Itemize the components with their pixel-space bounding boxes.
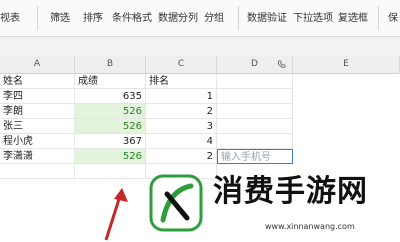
phone-icon <box>277 60 286 68</box>
table-cell[interactable] <box>75 164 146 179</box>
score-cell[interactable]: 367 <box>75 134 146 149</box>
ribbon-toolbar: 视表 筛选 排序 条件格式 数据分列 分组 数据验证 下拉选项 复选框 保 <box>0 0 400 37</box>
header-cell-score[interactable]: 成绩 <box>75 74 146 89</box>
ribbon-separator <box>378 6 379 30</box>
header-cell-rank[interactable]: 排名 <box>146 74 217 89</box>
table-cell[interactable] <box>217 134 293 149</box>
ribbon-separator <box>37 6 38 30</box>
group-icon <box>208 14 220 21</box>
protect-label: 保 <box>388 13 398 24</box>
score-cell-highlighted[interactable]: 526 <box>75 149 146 164</box>
name-cell[interactable]: 张三 <box>0 119 75 134</box>
watermark-overlay: 消费手游网 www.xinnanwang.com <box>145 166 400 242</box>
rank-cell[interactable]: 1 <box>146 89 217 104</box>
filter-icon <box>54 14 66 21</box>
rank-cell[interactable]: 4 <box>146 134 217 149</box>
table-cell[interactable] <box>0 164 75 179</box>
column-header-c[interactable]: C <box>146 56 217 73</box>
checkbox-button[interactable]: 复选框 <box>338 13 368 25</box>
column-header-b[interactable]: B <box>75 56 146 73</box>
table-cell[interactable] <box>217 89 293 104</box>
rank-cell[interactable]: 2 <box>146 149 217 164</box>
data-validation-button[interactable]: 数据验证 <box>247 13 287 25</box>
conditional-format-button[interactable]: 条件格式 <box>112 13 152 25</box>
column-header-e[interactable]: E <box>293 56 400 73</box>
rank-cell[interactable]: 2 <box>146 104 217 119</box>
column-header-a[interactable]: A <box>0 56 75 73</box>
text-to-columns-icon <box>172 14 184 21</box>
watermark-logo-icon <box>149 174 203 232</box>
header-cell-name[interactable]: 姓名 <box>0 74 75 89</box>
name-cell[interactable]: 李潇潇 <box>0 149 75 164</box>
ribbon-separator <box>238 6 239 30</box>
conditional-format-icon <box>126 14 138 21</box>
table-cell[interactable] <box>217 104 293 119</box>
text-to-columns-button[interactable]: 数据分列 <box>158 13 198 25</box>
rank-cell[interactable]: 3 <box>146 119 217 134</box>
protect-button[interactable]: 保 <box>388 13 398 25</box>
name-cell[interactable]: 李四 <box>0 89 75 104</box>
watermark-url: www.xinnanwang.com <box>265 222 355 231</box>
group-button[interactable]: 分组 <box>204 13 224 25</box>
name-cell[interactable]: 李朗 <box>0 104 75 119</box>
column-header-bar: A B C D E <box>0 56 400 74</box>
pivot-table-button[interactable]: 视表 <box>0 13 20 25</box>
dropdown-options-button[interactable]: 下拉选项 <box>293 13 333 25</box>
filter-button[interactable]: 筛选 <box>50 13 70 25</box>
data-validation-icon <box>261 14 273 21</box>
phone-number-input[interactable]: 输入手机号 <box>217 149 293 164</box>
column-header-d-label: D <box>251 59 258 69</box>
sort-icon <box>87 14 99 21</box>
table-cell[interactable] <box>217 74 293 89</box>
annotation-arrow <box>104 188 128 241</box>
score-cell[interactable]: 635 <box>75 89 146 104</box>
sort-button[interactable]: 排序 <box>83 13 103 25</box>
pivot-table-label: 视表 <box>0 13 20 24</box>
checkbox-icon <box>348 14 360 21</box>
dropdown-options-icon <box>307 14 319 21</box>
table-cell[interactable] <box>217 119 293 134</box>
name-cell[interactable]: 程小虎 <box>0 134 75 149</box>
column-header-d[interactable]: D <box>217 56 293 73</box>
watermark-title: 消费手游网 <box>213 174 368 209</box>
score-cell-highlighted[interactable]: 526 <box>75 119 146 134</box>
score-cell-highlighted[interactable]: 526 <box>75 104 146 119</box>
